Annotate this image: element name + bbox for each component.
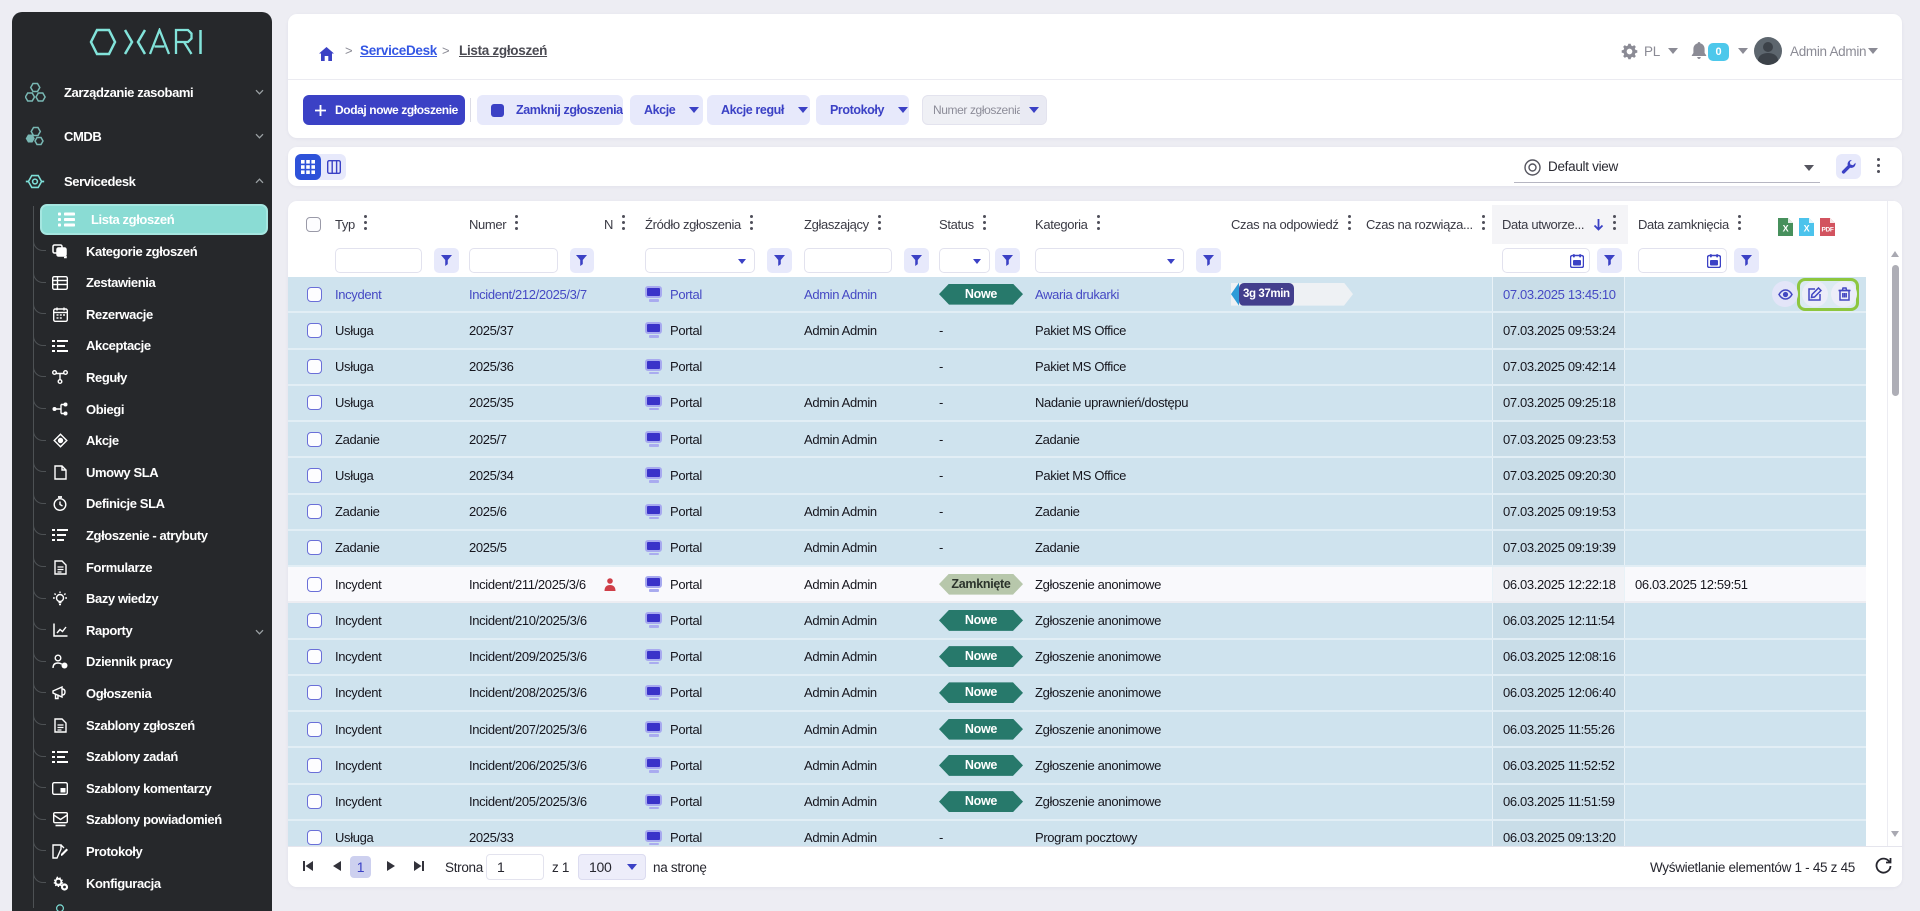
svg-text:X: X: [1783, 224, 1789, 234]
svg-text:PDF: PDF: [1822, 227, 1834, 234]
svg-text:X: X: [1804, 224, 1810, 234]
